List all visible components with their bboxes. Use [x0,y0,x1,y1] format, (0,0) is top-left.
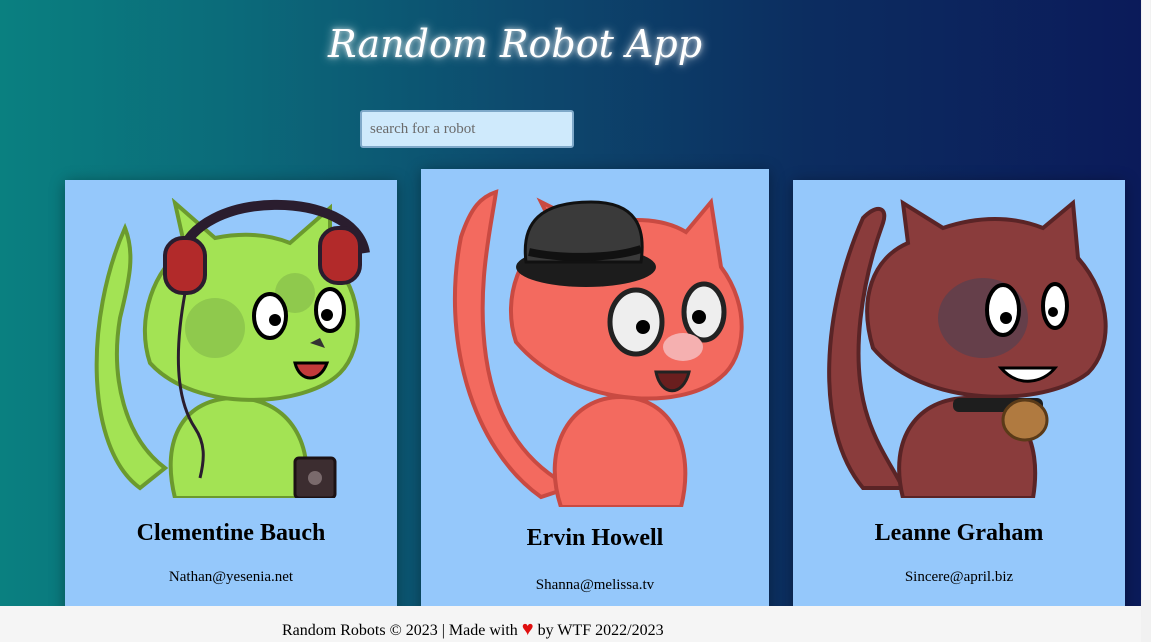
robot-name: Clementine Bauch [136,520,326,546]
footer-suffix: by WTF 2022/2023 [537,622,664,639]
green-cat-robot-image [94,198,370,498]
search-input[interactable] [360,110,574,148]
footer-prefix: Random Robots © 2023 | Made with [282,622,518,639]
footer-text: Random Robots © 2023 | Made with ♥ by WT… [282,618,664,641]
maroon-cat-robot-image [827,199,1108,498]
robot-name: Ervin Howell [526,525,664,551]
robot-name: Leanne Graham [874,520,1044,546]
heart-icon: ♥ [521,618,534,640]
robot-card[interactable]: Clementine Bauch Nathan@yesenia.net [65,180,397,620]
robot-email: Shanna@melissa.tv [535,577,655,593]
vertical-scrollbar[interactable] [1141,0,1151,642]
red-cat-robot-image [452,189,744,507]
robot-card[interactable]: Leanne Graham Sincere@april.biz [793,180,1125,620]
robot-email: Sincere@april.biz [904,569,1014,585]
robot-card[interactable]: Ervin Howell Shanna@melissa.tv [421,169,769,629]
footer: Random Robots © 2023 | Made with ♥ by WT… [0,606,1141,642]
robot-email: Nathan@yesenia.net [168,569,294,585]
page-title: Random Robot App [328,22,703,66]
scrollbar-thumb[interactable] [1142,0,1150,600]
